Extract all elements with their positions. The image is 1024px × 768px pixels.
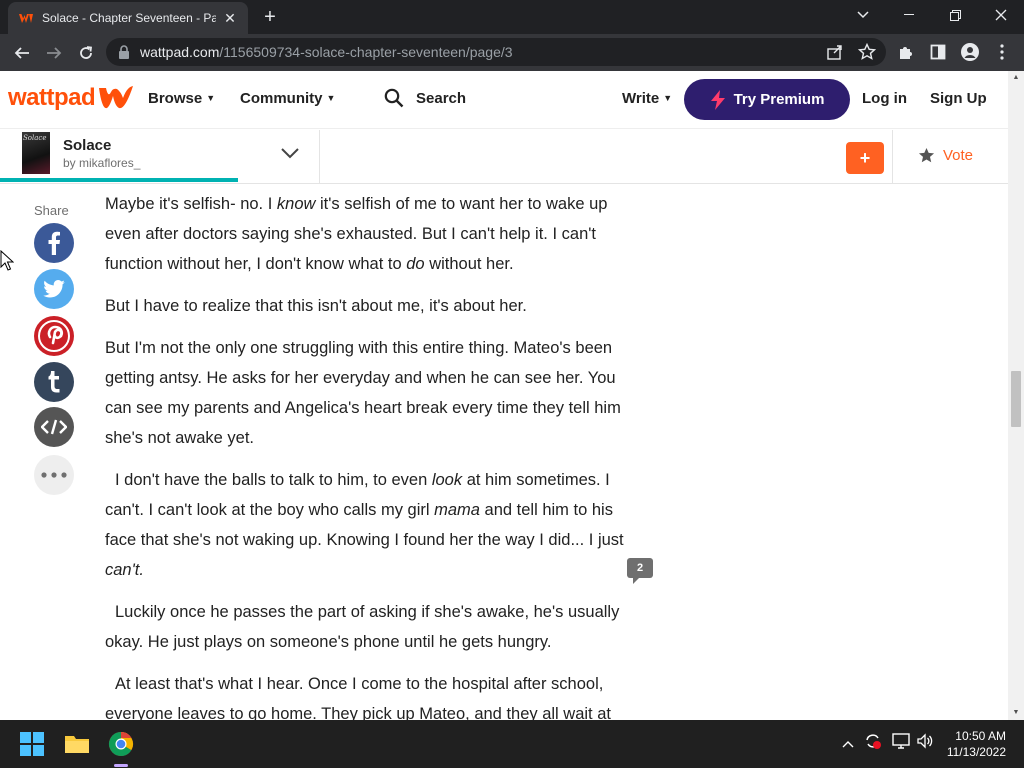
back-button[interactable] bbox=[9, 40, 35, 66]
inline-comment-button[interactable]: 2 bbox=[627, 558, 653, 584]
close-window-button[interactable] bbox=[978, 0, 1024, 30]
pinterest-icon bbox=[38, 320, 70, 352]
write-menu[interactable]: Write ▼ bbox=[622, 90, 672, 107]
search-button[interactable]: Search bbox=[384, 88, 466, 108]
logo-text: wattpad bbox=[8, 84, 96, 111]
scroll-up-arrow-icon[interactable]: ▲ bbox=[1008, 71, 1024, 85]
sync-alert-icon[interactable] bbox=[864, 732, 882, 753]
story-paragraph: But I have to realize that this isn't ab… bbox=[105, 297, 527, 315]
tab-close-icon[interactable]: ✕ bbox=[222, 10, 238, 27]
extensions-puzzle-icon[interactable] bbox=[896, 42, 916, 62]
embed-code-icon bbox=[41, 419, 67, 435]
forward-arrow-icon bbox=[47, 47, 62, 59]
story-cover[interactable]: Solace bbox=[22, 132, 50, 174]
story-paragraph: But I'm not the only one struggling with… bbox=[105, 339, 621, 447]
twitter-icon bbox=[43, 280, 65, 298]
network-icon[interactable] bbox=[892, 732, 910, 753]
mouse-cursor-icon bbox=[0, 250, 14, 271]
share-page-icon[interactable] bbox=[826, 43, 844, 61]
twitter-share-button[interactable] bbox=[34, 269, 74, 309]
premium-label: Try Premium bbox=[733, 91, 825, 108]
wattpad-favicon-icon bbox=[19, 14, 33, 23]
lightning-icon bbox=[710, 89, 725, 110]
reload-button[interactable] bbox=[73, 40, 99, 66]
scroll-thumb[interactable] bbox=[1011, 371, 1021, 427]
story-text: Maybe it's selfish- no. I know it's self… bbox=[105, 189, 630, 741]
search-label: Search bbox=[416, 89, 467, 107]
side-panel-icon[interactable] bbox=[928, 42, 948, 62]
more-dots-icon bbox=[41, 472, 67, 478]
windows-start-icon[interactable] bbox=[18, 730, 46, 758]
wattpad-w-logo-icon bbox=[99, 86, 134, 109]
browser-tab-bar: Solace - Chapter Seventeen - Pag ✕ + bbox=[0, 0, 1024, 34]
reading-progress-bar bbox=[0, 178, 238, 182]
show-hidden-icons-chevron-icon[interactable] bbox=[842, 735, 854, 751]
community-menu[interactable]: Community ▼ bbox=[240, 90, 335, 107]
volume-icon[interactable] bbox=[916, 732, 934, 753]
browser-toolbar: wattpad.com/1156509734-solace-chapter-se… bbox=[0, 34, 1024, 71]
divider bbox=[319, 130, 320, 184]
clock-time: 10:50 AM bbox=[955, 729, 1006, 743]
minimize-button[interactable] bbox=[886, 0, 932, 30]
share-label: Share bbox=[34, 203, 69, 218]
story-paragraph: Luckily once he passes the part of askin… bbox=[105, 603, 620, 651]
new-tab-button[interactable]: + bbox=[258, 6, 282, 30]
vote-label: Vote bbox=[943, 147, 974, 164]
add-to-list-button[interactable]: + bbox=[846, 142, 884, 174]
facebook-share-button[interactable] bbox=[34, 223, 74, 263]
tumblr-share-button[interactable] bbox=[34, 362, 74, 402]
tumblr-icon bbox=[48, 371, 60, 393]
profile-avatar-icon[interactable] bbox=[960, 42, 980, 62]
windows-taskbar: 10:50 AM 11/13/2022 bbox=[0, 720, 1024, 768]
login-link[interactable]: Log in bbox=[862, 90, 907, 107]
story-author[interactable]: by mikaflores_ bbox=[63, 156, 140, 170]
tab-search-icon[interactable] bbox=[840, 0, 886, 30]
clock-date: 11/13/2022 bbox=[946, 745, 1006, 759]
wattpad-logo[interactable]: wattpad bbox=[8, 84, 135, 112]
story-paragraph: I don't have the balls to talk to him, t… bbox=[105, 471, 624, 579]
vote-button[interactable]: Vote bbox=[918, 147, 973, 164]
bookmark-star-icon[interactable] bbox=[858, 43, 876, 61]
signup-link[interactable]: Sign Up bbox=[930, 90, 987, 107]
browse-menu[interactable]: Browse ▼ bbox=[148, 90, 215, 107]
browser-menu-icon[interactable] bbox=[992, 42, 1012, 62]
try-premium-button[interactable]: Try Premium bbox=[684, 79, 850, 120]
facebook-icon bbox=[48, 231, 60, 255]
chrome-taskbar-icon[interactable] bbox=[107, 730, 135, 758]
star-icon bbox=[918, 147, 935, 163]
page-scrollbar[interactable]: ▲ ▼ bbox=[1008, 71, 1024, 720]
scroll-down-arrow-icon[interactable]: ▼ bbox=[1008, 706, 1024, 720]
back-arrow-icon bbox=[14, 47, 29, 59]
story-paragraph: Maybe it's selfish- no. I know it's self… bbox=[105, 195, 608, 273]
site-header: wattpad Browse ▼ Community ▼ Search Write ▼… bbox=[0, 71, 1008, 129]
restore-button[interactable] bbox=[932, 0, 978, 30]
search-icon bbox=[384, 88, 404, 108]
file-explorer-icon[interactable] bbox=[63, 730, 91, 758]
tab-title: Solace - Chapter Seventeen - Pag bbox=[42, 11, 216, 25]
url-text: wattpad.com/1156509734-solace-chapter-se… bbox=[140, 44, 513, 60]
pinterest-share-button[interactable] bbox=[34, 316, 74, 356]
active-app-indicator bbox=[114, 764, 128, 767]
reload-icon bbox=[80, 46, 93, 59]
divider bbox=[892, 130, 893, 184]
lock-icon[interactable] bbox=[118, 45, 130, 59]
chapter-list-chevron-icon[interactable] bbox=[280, 146, 300, 164]
story-title[interactable]: Solace bbox=[63, 137, 111, 154]
forward-button[interactable] bbox=[41, 40, 67, 66]
more-share-options-button[interactable] bbox=[34, 455, 74, 495]
taskbar-clock[interactable]: 10:50 AM 11/13/2022 bbox=[947, 728, 1006, 760]
address-bar[interactable]: wattpad.com/1156509734-solace-chapter-se… bbox=[106, 38, 886, 66]
embed-share-button[interactable] bbox=[34, 407, 74, 447]
browser-tab[interactable]: Solace - Chapter Seventeen - Pag ✕ bbox=[8, 2, 248, 34]
cover-title: Solace bbox=[23, 134, 47, 142]
story-bar: Solace Solace by mikaflores_ + Vote bbox=[0, 130, 1008, 184]
